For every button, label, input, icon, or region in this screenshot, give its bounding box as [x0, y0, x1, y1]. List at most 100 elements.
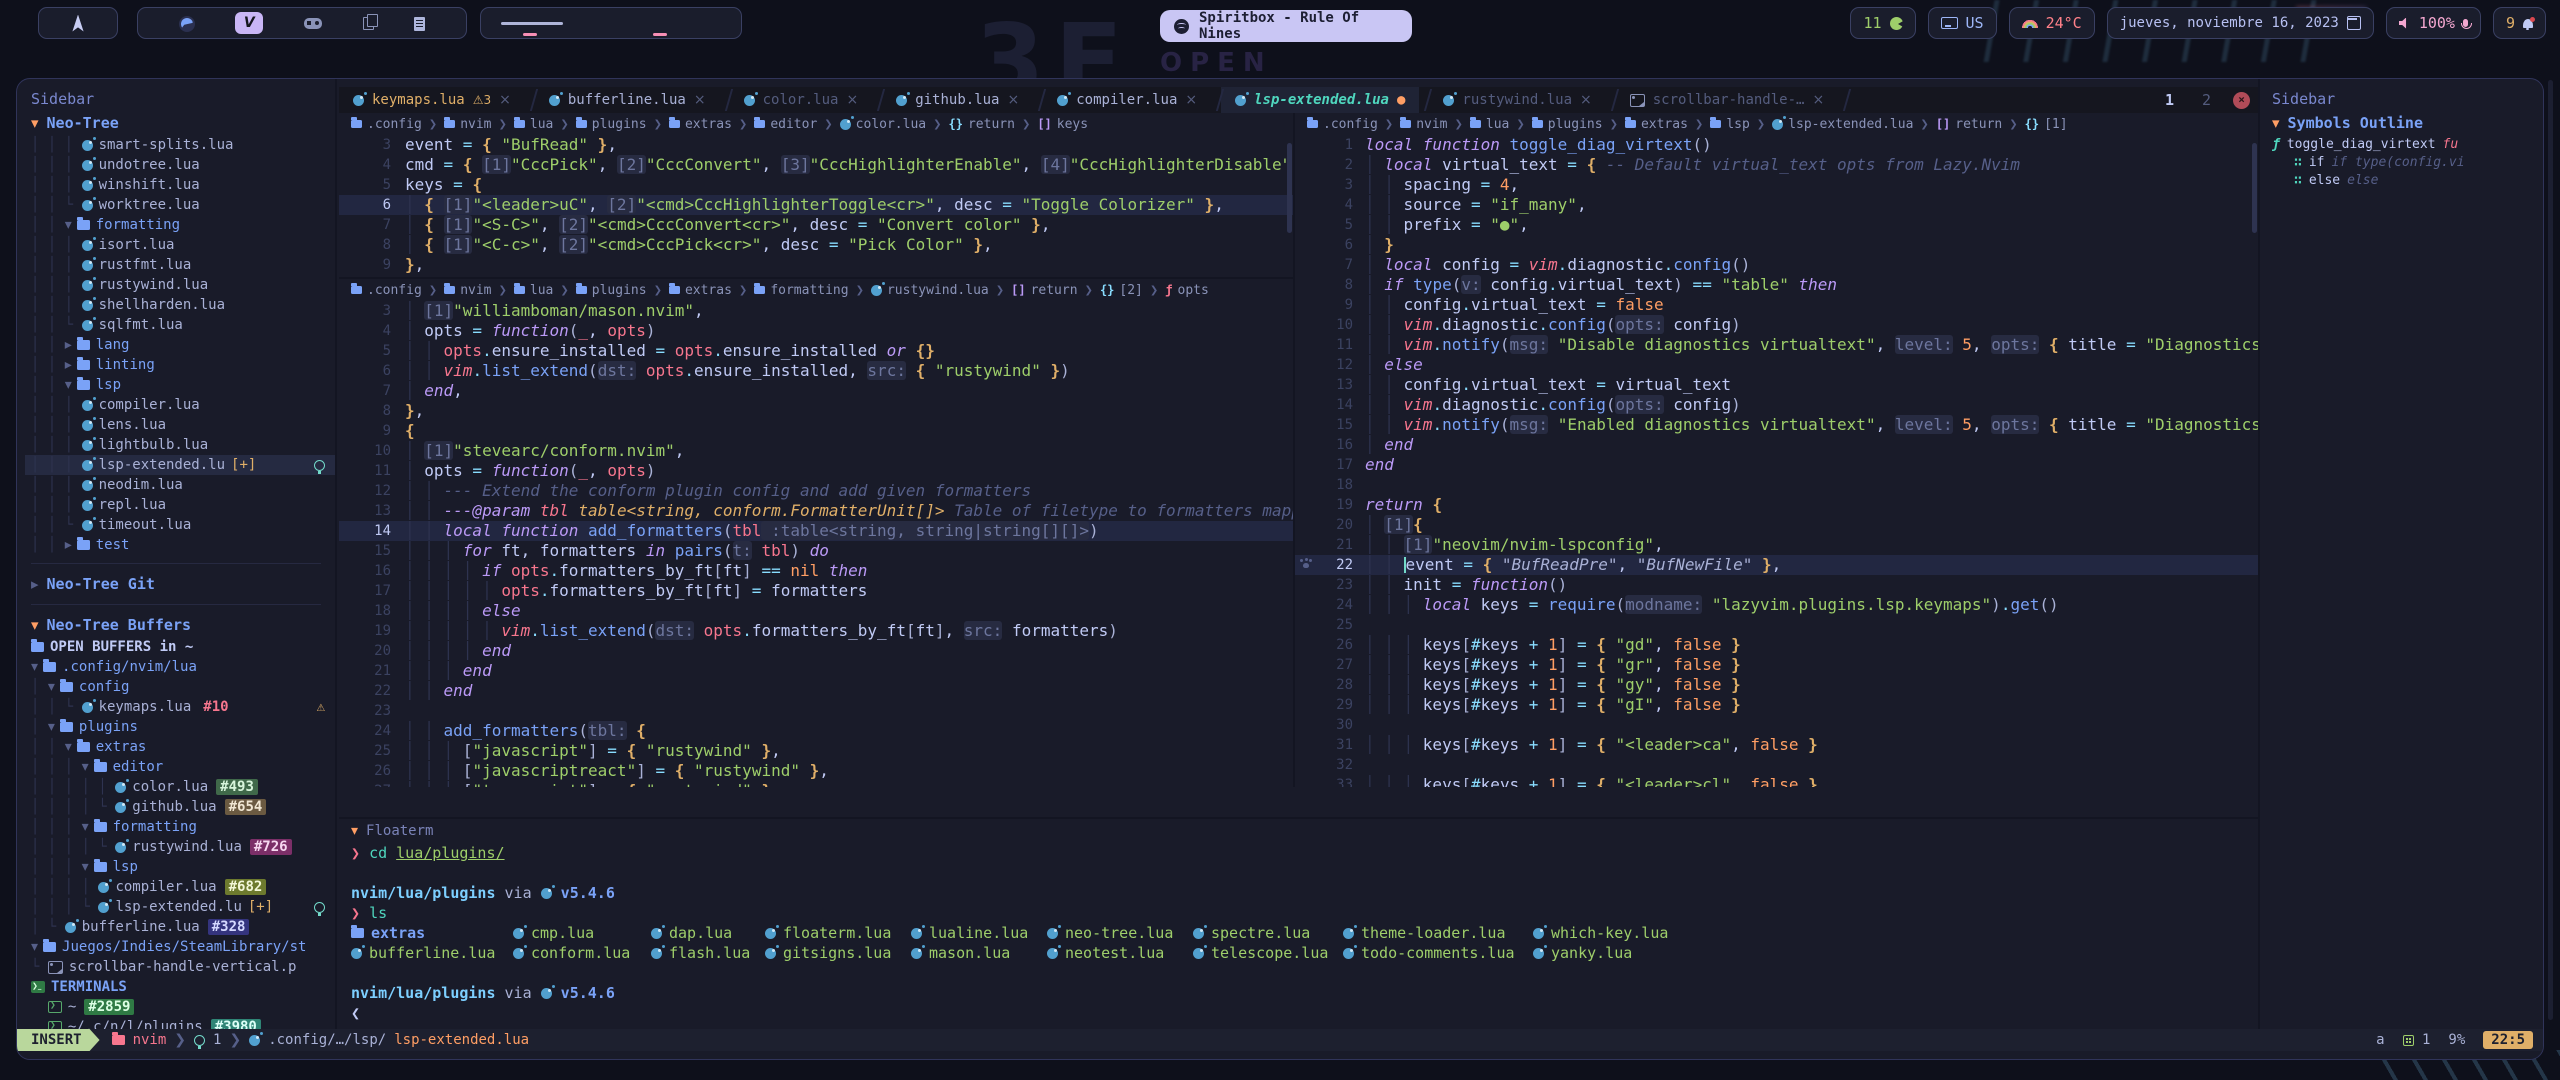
- widget-weather[interactable]: 24°C: [2009, 7, 2095, 39]
- breadcrumb-item[interactable]: lua: [1470, 117, 1509, 132]
- code-line[interactable]: 27│ │ │ keys[#keys + 1] = { "gr", false …: [1295, 655, 2258, 675]
- breadcrumb-item[interactable]: color.lua: [840, 117, 926, 132]
- dock-app-vim[interactable]: V: [235, 12, 263, 34]
- outline-item[interactable]: ∷else else: [2272, 171, 2543, 189]
- tab-github-lua[interactable]: github.lua×: [882, 87, 1033, 113]
- buffer-item[interactable]: │ │ │ ▾formatting: [25, 817, 335, 837]
- code-line[interactable]: 4│ │ source = "if_many",: [1295, 195, 2258, 215]
- neotree-item[interactable]: │ │ ▾lsp: [25, 375, 335, 395]
- breadcrumb-item[interactable]: nvim: [444, 117, 491, 132]
- tab-scrollbar-handle-[interactable]: scrollbar-handle-…×: [1616, 87, 1838, 113]
- tab-bufferline-lua[interactable]: bufferline.lua×: [535, 87, 720, 113]
- breadcrumb-item[interactable]: nvim: [1400, 117, 1447, 132]
- buffer-item[interactable]: │ │ │ │ └ github.lua#654: [25, 797, 335, 817]
- breadcrumb-item[interactable]: formatting: [754, 283, 848, 298]
- code-line[interactable]: 7│ local config = vim.diagnostic.config(…: [1295, 255, 2258, 275]
- tab-compiler-lua[interactable]: compiler.lua×: [1043, 87, 1211, 113]
- terminal-item[interactable]: TERMINALS: [25, 977, 335, 997]
- code-line[interactable]: 8│ { [1]"<C-c>", [2]"<cmd>CccPick<cr>", …: [339, 235, 1293, 255]
- launcher-button[interactable]: [38, 7, 118, 39]
- app-dock[interactable]: V: [137, 7, 467, 39]
- buffer-item[interactable]: │ │ │ └ lsp-extended.lu[+]: [25, 897, 335, 917]
- widget-keyboard[interactable]: US: [1928, 7, 1997, 39]
- dock-app-doc[interactable]: [414, 14, 425, 32]
- breadcrumb-item[interactable]: editor: [754, 117, 817, 132]
- code-line[interactable]: 18: [1295, 475, 2258, 495]
- widget-notifications[interactable]: 9: [2493, 7, 2546, 39]
- tabpage-2[interactable]: 2: [2188, 91, 2225, 109]
- code-line[interactable]: 8│ if type(v: config.virtual_text) == "t…: [1295, 275, 2258, 295]
- code-line[interactable]: 11│ │ vim.notify(msg: "Disable diagnosti…: [1295, 335, 2258, 355]
- code-line[interactable]: 3│ │ spacing = 4,: [1295, 175, 2258, 195]
- code-line[interactable]: 18│ │ │ │ else: [339, 601, 1293, 621]
- code-line[interactable]: 12│ │ --- Extend the conform plugin conf…: [339, 481, 1293, 501]
- code-line[interactable]: 11│ opts = function(_, opts): [339, 461, 1293, 481]
- code-line[interactable]: 10│ [1]"stevearc/conform.nvim",: [339, 441, 1293, 461]
- code-line[interactable]: 28│ │ │ keys[#keys + 1] = { "gy", false …: [1295, 675, 2258, 695]
- buffer-item[interactable]: │ │ ▾extras: [25, 737, 335, 757]
- taskbar-pill[interactable]: [480, 7, 742, 39]
- code-line[interactable]: 31│ │ │ keys[#keys + 1] = { "<leader>ca"…: [1295, 735, 2258, 755]
- buffer-item[interactable]: │ └ bufferline.lua#328: [25, 917, 335, 937]
- breadcrumb-item[interactable]: lua: [514, 117, 553, 132]
- code-line[interactable]: 5│ │ prefix = "●",: [1295, 215, 2258, 235]
- code-line[interactable]: 26│ │ │ keys[#keys + 1] = { "gd", false …: [1295, 635, 2258, 655]
- breadcrumb-item[interactable]: plugins: [576, 117, 647, 132]
- neotree-item[interactable]: │ │ └ worktree.lua: [25, 195, 335, 215]
- buffer-item[interactable]: │ │ │ ▾lsp: [25, 857, 335, 877]
- code-line[interactable]: 26│ │ │ ["javascriptreact"] = { "rustywi…: [339, 761, 1293, 781]
- code-line[interactable]: 27│ │ │ ["typescript"] = { "rustywind" }…: [339, 781, 1293, 787]
- breadcrumb-item[interactable]: extras: [1625, 117, 1688, 132]
- code-line[interactable]: 12│ else: [1295, 355, 2258, 375]
- code-line[interactable]: 15│ │ │ for ft, formatters in pairs(t: t…: [339, 541, 1293, 561]
- code-line[interactable]: 7│ end,: [339, 381, 1293, 401]
- tab-color-lua[interactable]: color.lua×: [730, 87, 873, 113]
- dock-app-copy[interactable]: [363, 14, 374, 32]
- breadcrumb-item[interactable]: plugins: [1532, 117, 1603, 132]
- terminal-item[interactable]: ~#2859: [25, 997, 335, 1017]
- breadcrumb-item[interactable]: extras: [669, 283, 732, 298]
- code-line[interactable]: 4│ opts = function(_, opts): [339, 321, 1293, 341]
- buffer-item[interactable]: │ │ └ keymaps.lua#10⚠: [25, 697, 335, 717]
- code-line[interactable]: 9{: [339, 421, 1293, 441]
- neotree-item[interactable]: │ │ │ compiler.lua: [25, 395, 335, 415]
- scrollbar[interactable]: [1287, 143, 1292, 233]
- code-line[interactable]: 20│ [1]{: [1295, 515, 2258, 535]
- code-line[interactable]: 16│ │ │ │ if opts.formatters_by_ft[ft] =…: [339, 561, 1293, 581]
- tab-rustywind-lua[interactable]: rustywind.lua×: [1429, 87, 1605, 113]
- close-icon[interactable]: ×: [694, 92, 706, 108]
- code-line[interactable]: 7│ { [1]"<S-C>", [2]"<cmd>CccConvert<cr>…: [339, 215, 1293, 235]
- neotree-item[interactable]: │ │ │ repl.lua: [25, 495, 335, 515]
- neotree-item[interactable]: │ │ │ lens.lua: [25, 415, 335, 435]
- code-line[interactable]: 25: [1295, 615, 2258, 635]
- code-line[interactable]: 23│ │ init = function(): [1295, 575, 2258, 595]
- code-line[interactable]: 10│ │ vim.diagnostic.config(opts: config…: [1295, 315, 2258, 335]
- code-line[interactable]: 1local function toggle_diag_virtext(): [1295, 135, 2258, 155]
- neotree-item[interactable]: │ │ ▾formatting: [25, 215, 335, 235]
- close-icon[interactable]: ×: [499, 92, 511, 108]
- neotree-item[interactable]: │ │ │ neodim.lua: [25, 475, 335, 495]
- buffer-item[interactable]: │ ▾plugins: [25, 717, 335, 737]
- breadcrumb-item[interactable]: lsp-extended.lua: [1772, 117, 1913, 132]
- breadcrumb-item[interactable]: lua: [514, 283, 553, 298]
- code-line[interactable]: 23: [339, 701, 1293, 721]
- breadcrumb-item[interactable]: .config: [351, 117, 422, 132]
- code-line[interactable]: 16│ end: [1295, 435, 2258, 455]
- dock-app-gamepad[interactable]: [304, 14, 322, 32]
- outline-item[interactable]: ∷if if type(config.vi: [2272, 153, 2543, 171]
- code-line[interactable]: 25│ │ │ ["javascript"] = { "rustywind" }…: [339, 741, 1293, 761]
- close-icon[interactable]: ×: [1580, 92, 1592, 108]
- code-line[interactable]: 15│ │ vim.notify(msg: "Enabled diagnosti…: [1295, 415, 2258, 435]
- tab-keymaps-lua[interactable]: keymaps.lua⚠3×: [339, 87, 525, 113]
- code-line[interactable]: 32: [1295, 755, 2258, 775]
- breadcrumb-item[interactable]: []return: [1011, 283, 1077, 298]
- code-line[interactable]: 24│ │ │ local keys = require(modname: "l…: [1295, 595, 2258, 615]
- code-line[interactable]: 19return {: [1295, 495, 2258, 515]
- breadcrumb-item[interactable]: []keys: [1037, 117, 1088, 132]
- code-line[interactable]: 21│ │ │ end: [339, 661, 1293, 681]
- scrollbar[interactable]: [2252, 143, 2257, 233]
- breadcrumb-item[interactable]: {}return: [949, 117, 1015, 132]
- buffer-item[interactable]: │ │ │ │ compiler.lua#682: [25, 877, 335, 897]
- tab-lsp-extended-lua[interactable]: lsp-extended.lua●: [1221, 87, 1419, 113]
- neotree-item[interactable]: │ │ ▸lang: [25, 335, 335, 355]
